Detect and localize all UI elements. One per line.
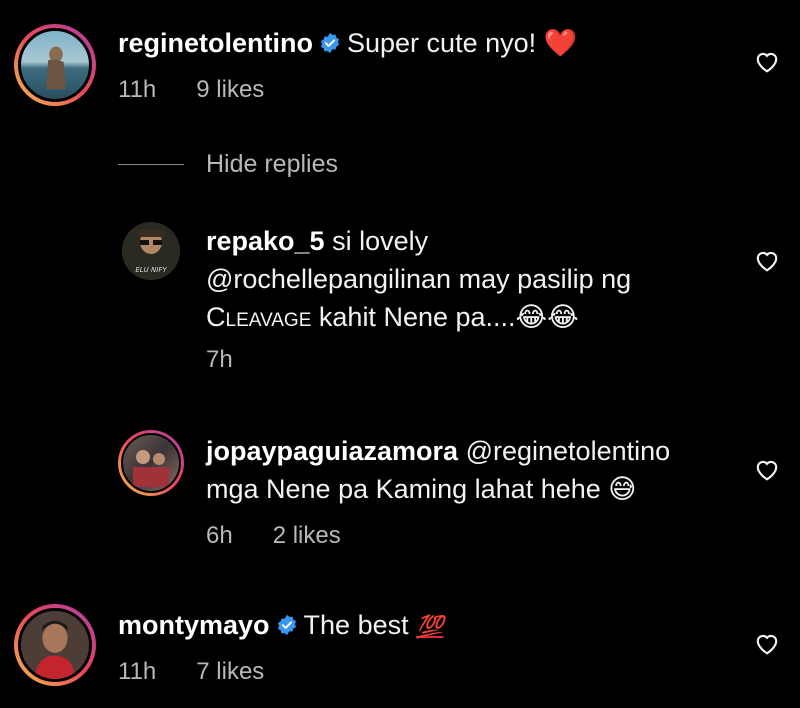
like-heart-icon[interactable] bbox=[754, 248, 780, 272]
timestamp: 11h bbox=[118, 76, 157, 103]
avatar[interactable] bbox=[14, 604, 96, 686]
divider-line bbox=[118, 164, 184, 165]
username[interactable]: montymayo bbox=[118, 610, 270, 640]
timestamp: 7h bbox=[206, 346, 233, 373]
username[interactable]: reginetolentino bbox=[118, 28, 313, 58]
hundred-emoji: 💯 bbox=[416, 614, 444, 639]
verified-badge-icon bbox=[277, 614, 296, 636]
reply-meta: 7h bbox=[206, 346, 233, 374]
username[interactable]: repako_5 bbox=[206, 226, 325, 256]
like-count[interactable]: 9 likes bbox=[196, 76, 264, 103]
hide-replies-button[interactable]: Hide replies bbox=[118, 150, 338, 179]
timestamp: 6h bbox=[206, 522, 233, 549]
reply-text-caps: Cleavage bbox=[206, 302, 312, 332]
like-heart-icon[interactable] bbox=[754, 631, 780, 655]
hide-replies-label: Hide replies bbox=[206, 150, 339, 178]
reply-meta: 6h 2 likes bbox=[206, 522, 341, 550]
like-heart-icon[interactable] bbox=[754, 457, 780, 481]
like-heart-icon[interactable] bbox=[754, 49, 780, 73]
like-count[interactable]: 2 likes bbox=[273, 522, 341, 549]
comment-body: reginetolentino Super cute nyo! ❤️ bbox=[118, 24, 577, 63]
reply-text-line2: @rochellepangilinan may pasilip ng bbox=[206, 264, 632, 294]
reply-text-line2: mga Nene pa Kaming lahat hehe bbox=[206, 474, 601, 504]
like-count[interactable]: 7 likes bbox=[196, 658, 264, 685]
timestamp: 11h bbox=[118, 658, 157, 685]
verified-badge-icon bbox=[320, 32, 340, 54]
avatar[interactable] bbox=[118, 430, 184, 496]
comment-meta: 11h 9 likes bbox=[118, 76, 264, 104]
comment-meta: 11h 7 likes bbox=[118, 658, 264, 686]
sweat-smile-emoji: 😅 bbox=[608, 474, 637, 505]
avatar[interactable] bbox=[14, 24, 96, 106]
mention-link[interactable]: @reginetolentino bbox=[466, 436, 671, 466]
reply-body: jopaypaguiazamora @reginetolentino mga N… bbox=[206, 432, 670, 509]
username[interactable]: jopaypaguiazamora bbox=[206, 436, 458, 466]
heart-emoji: ❤️ bbox=[543, 28, 578, 59]
svg-text:ELU NIFY: ELU NIFY bbox=[135, 266, 167, 274]
avatar[interactable]: ELU NIFY bbox=[122, 222, 180, 280]
comment-text: The best bbox=[303, 610, 409, 640]
reply-text-line3: kahit Nene pa.... bbox=[318, 302, 516, 332]
reply-body: repako_5 si lovely @rochellepangilinan m… bbox=[206, 222, 631, 337]
reply-text-line1: si lovely bbox=[332, 226, 429, 256]
comment-text: Super cute nyo! bbox=[347, 28, 537, 58]
laugh-emoji: 😂😂 bbox=[515, 302, 579, 333]
comment-body: montymayo The best 💯 bbox=[118, 606, 444, 646]
